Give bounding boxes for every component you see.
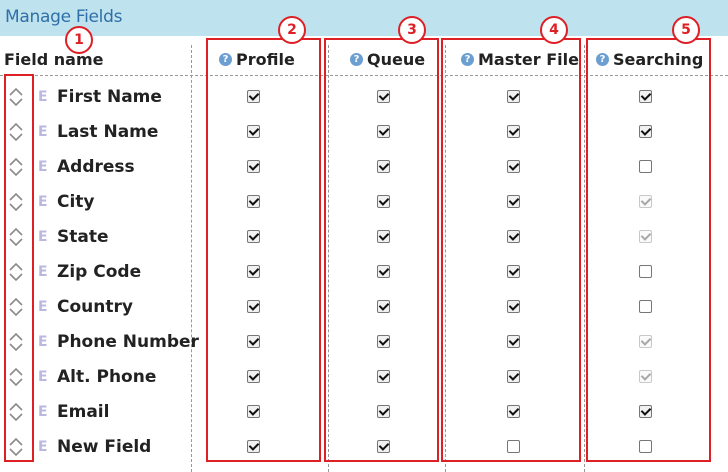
field-type-icon: E (38, 299, 48, 315)
field-name-label: First Name (57, 87, 162, 107)
field-type-icon: E (38, 439, 48, 455)
field-type-icon: E (38, 89, 48, 105)
callout-box-queue (324, 38, 439, 462)
column-header-field-name-label: Field name (4, 50, 104, 69)
field-name-label: Email (57, 402, 110, 422)
callout-badge-4: 4 (540, 16, 568, 44)
field-name-label: New Field (57, 437, 152, 457)
field-name-label: Phone Number (57, 332, 199, 352)
callout-box-master-file (441, 38, 581, 462)
callout-badge-3: 3 (398, 16, 426, 44)
field-name-label: Address (57, 157, 135, 177)
field-name-label: State (57, 227, 109, 247)
callout-badge-2: 2 (278, 16, 306, 44)
field-type-icon: E (38, 369, 48, 385)
field-type-icon: E (38, 334, 48, 350)
panel-title: Manage Fields (5, 7, 123, 27)
field-name-label: Country (57, 297, 133, 317)
field-type-icon: E (38, 194, 48, 210)
field-type-icon: E (38, 404, 48, 420)
callout-box-profile (206, 38, 321, 462)
panel-header: Manage Fields (0, 0, 728, 36)
callout-badge-5: 5 (672, 16, 700, 44)
field-name-label: Zip Code (57, 262, 142, 282)
field-name-label: City (57, 192, 95, 212)
callout-badge-1: 1 (65, 26, 93, 54)
field-type-icon: E (38, 264, 48, 280)
column-header-field-name: Field name (4, 50, 103, 69)
field-name-label: Alt. Phone (57, 367, 157, 387)
callout-box-searching (586, 38, 711, 462)
callout-box-drag-handles (4, 74, 34, 462)
field-name-label: Last Name (57, 122, 159, 142)
field-type-icon: E (38, 159, 48, 175)
field-type-icon: E (38, 229, 48, 245)
field-type-icon: E (38, 124, 48, 140)
